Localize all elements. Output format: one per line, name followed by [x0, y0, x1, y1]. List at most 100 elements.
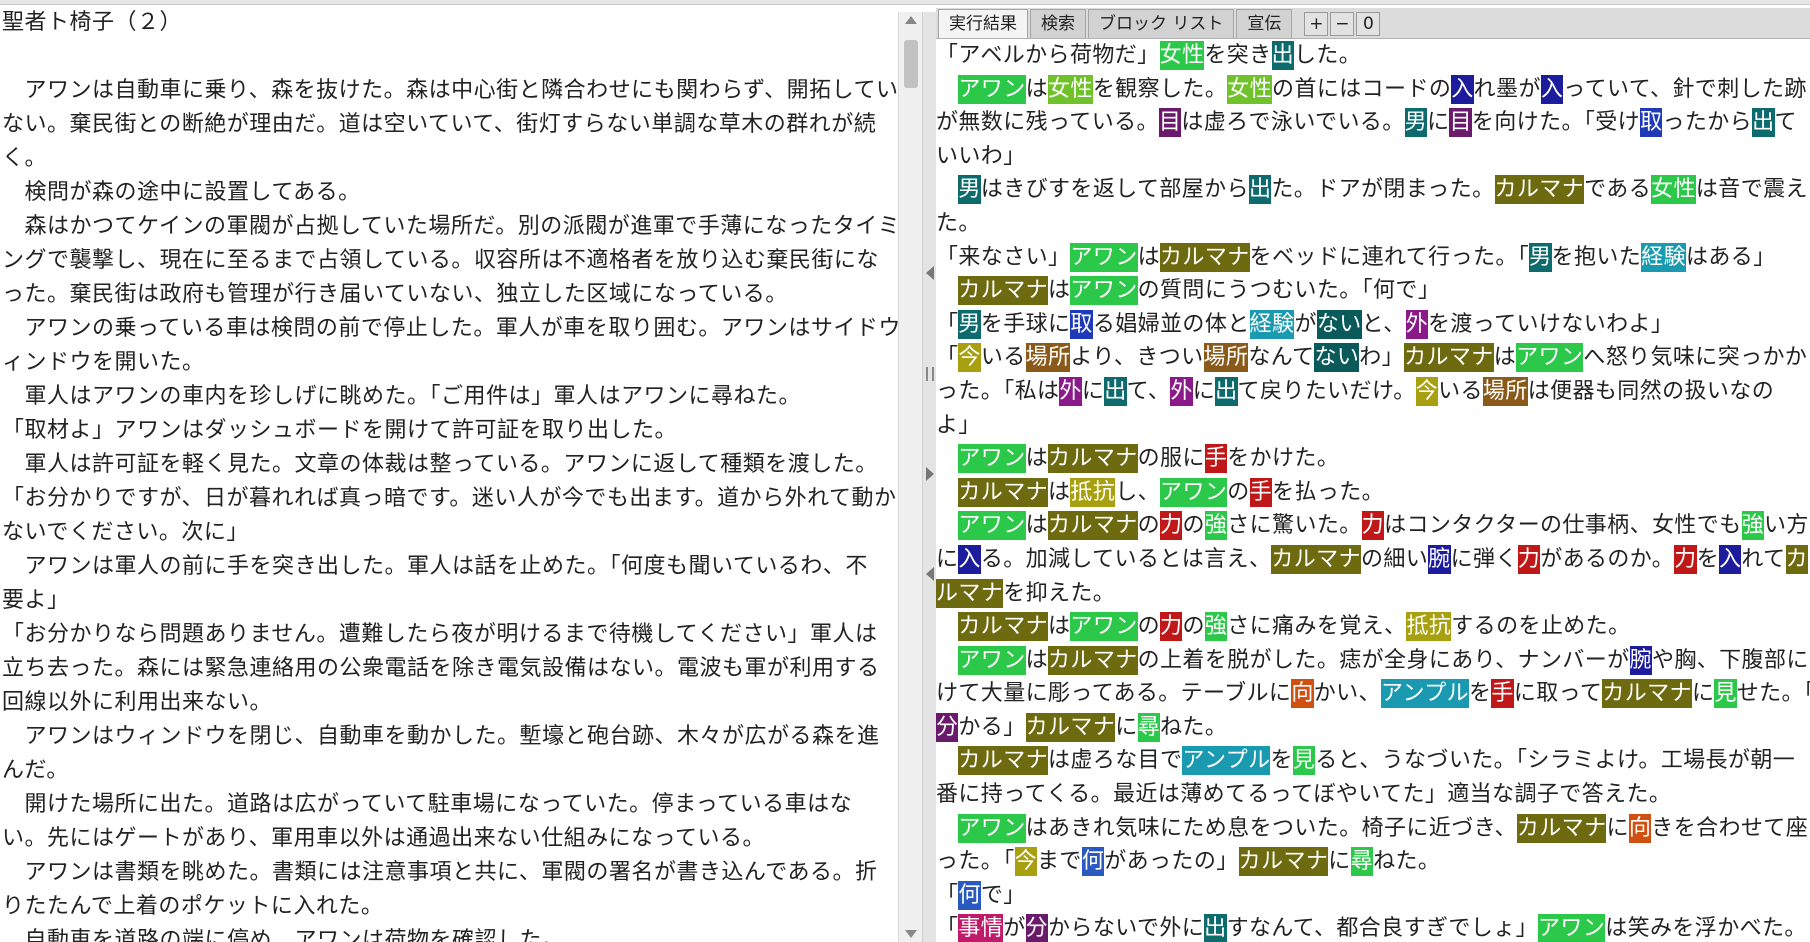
highlighted-term[interactable]: 外 [1405, 309, 1428, 339]
highlighted-term[interactable]: 事情 [958, 914, 1004, 942]
zoom-out-button[interactable]: − [1330, 12, 1355, 36]
highlighted-term[interactable]: 場所 [1203, 343, 1249, 373]
highlighted-term[interactable]: 今 [958, 343, 981, 373]
tab-results[interactable]: 実行結果 [938, 9, 1028, 38]
highlighted-term[interactable]: カルマナ [958, 612, 1049, 642]
highlighted-term[interactable]: アワン [958, 511, 1026, 541]
highlighted-term[interactable]: 女性 [1048, 74, 1093, 104]
highlighted-term[interactable]: カルマナ [1048, 645, 1138, 675]
highlighted-term[interactable]: アワン [1070, 276, 1138, 306]
highlighted-term[interactable]: 場所 [1025, 343, 1071, 373]
highlighted-term[interactable]: 男 [1404, 108, 1428, 138]
zoom-reset-button[interactable]: 0 [1356, 12, 1381, 36]
highlighted-term[interactable]: カルマナ [958, 746, 1049, 776]
highlighted-term[interactable]: 外 [1170, 376, 1193, 406]
highlighted-term[interactable]: 出 [1104, 376, 1127, 406]
highlighted-term[interactable]: ない [1314, 343, 1360, 373]
highlighted-term[interactable]: 入 [958, 544, 981, 574]
highlighted-term[interactable]: 出 [1248, 175, 1272, 205]
scroll-down-arrow-icon[interactable] [905, 930, 917, 938]
scrollbar-thumb[interactable] [904, 40, 918, 88]
highlighted-term[interactable]: アワン [1160, 477, 1228, 507]
highlighted-term[interactable]: 目 [1449, 108, 1472, 138]
highlighted-term[interactable]: アンプル [1380, 679, 1469, 709]
highlighted-term[interactable]: 抵抗 [1406, 612, 1452, 642]
highlighted-term[interactable]: 強 [1204, 612, 1228, 642]
highlighted-term[interactable]: アワン [958, 74, 1026, 104]
editor-scrollbar[interactable] [898, 12, 923, 942]
highlighted-term[interactable]: カルマナ [1238, 847, 1329, 877]
highlighted-term[interactable]: 何 [1081, 847, 1105, 877]
highlighted-term[interactable]: 尋 [1350, 847, 1374, 877]
highlighted-term[interactable]: 出 [1215, 376, 1238, 406]
highlighted-term[interactable]: 強 [1741, 511, 1764, 541]
highlighted-term[interactable]: カルマナ [1048, 444, 1138, 474]
highlighted-term[interactable]: 目 [1158, 108, 1182, 138]
highlighted-term[interactable]: 経験 [1641, 242, 1686, 272]
highlighted-term[interactable]: 男 [958, 175, 981, 205]
highlighted-term[interactable]: 男 [1529, 242, 1552, 272]
highlighted-term[interactable]: 出 [1271, 41, 1294, 70]
highlighted-term[interactable]: 何 [958, 880, 981, 910]
highlighted-term[interactable]: アワン [1070, 242, 1138, 272]
highlighted-term[interactable]: 女性 [1651, 175, 1696, 205]
collapse-left-arrow-icon[interactable] [926, 266, 934, 280]
highlighted-term[interactable]: 今 [1415, 376, 1439, 406]
highlighted-term[interactable]: 力 [1160, 612, 1183, 642]
highlighted-term[interactable]: カルマナ [1404, 343, 1494, 373]
scroll-up-arrow-icon[interactable] [905, 16, 917, 24]
highlighted-term[interactable]: アワン [958, 645, 1026, 675]
highlighted-term[interactable]: 場所 [1482, 376, 1528, 406]
highlighted-term[interactable]: 見 [1292, 746, 1316, 776]
highlighted-term[interactable]: 見 [1714, 679, 1737, 709]
highlighted-term[interactable]: 経験 [1249, 309, 1295, 339]
highlighted-term[interactable]: 手 [1491, 679, 1514, 709]
highlighted-term[interactable]: カルマナ [1048, 511, 1138, 541]
highlighted-term[interactable]: カルマナ [1025, 712, 1116, 742]
highlighted-term[interactable]: 抵抗 [1070, 477, 1116, 507]
highlighted-term[interactable]: 外 [1059, 376, 1082, 406]
highlighted-term[interactable]: 力 [1517, 544, 1541, 574]
tab-block-list[interactable]: ブロック リスト [1088, 9, 1235, 38]
highlighted-term[interactable]: 入 [1540, 74, 1564, 104]
highlighted-term[interactable]: ない [1316, 309, 1362, 339]
highlighted-term[interactable]: 腕 [1428, 544, 1451, 574]
highlighted-term[interactable]: カ [1785, 544, 1808, 574]
highlighted-term[interactable]: 強 [1204, 511, 1228, 541]
highlighted-term[interactable]: 力 [1160, 511, 1183, 541]
highlighted-term[interactable]: 腕 [1629, 645, 1652, 675]
highlighted-term[interactable]: 入 [1451, 74, 1474, 104]
highlighted-term[interactable]: アワン [1070, 612, 1138, 642]
highlighted-term[interactable]: 分 [936, 712, 959, 742]
highlighted-term[interactable]: 尋 [1137, 712, 1161, 742]
highlighted-term[interactable]: 取 [1070, 309, 1093, 339]
highlighted-term[interactable]: 向 [1291, 679, 1314, 709]
expand-right-arrow-icon[interactable] [926, 467, 934, 481]
highlighted-term[interactable]: 分 [1025, 914, 1049, 942]
source-text-body[interactable]: 聖者ト椅子（２） アワンは自動車に乗り、森を抜けた。森は中心街と隣合わせにも関わ… [0, 6, 898, 942]
highlighted-term[interactable]: アンプル [1182, 746, 1271, 776]
highlighted-term[interactable]: カルマナ [1602, 679, 1692, 709]
highlighted-term[interactable]: 力 [1361, 511, 1385, 541]
highlighted-term[interactable]: ルマナ [936, 578, 1004, 608]
highlighted-term[interactable]: 女性 [1227, 74, 1273, 104]
highlighted-term[interactable]: 出 [1204, 914, 1227, 942]
highlighted-term[interactable]: カルマナ [1516, 813, 1607, 843]
highlighted-term[interactable]: 入 [1718, 544, 1742, 574]
zoom-in-button[interactable]: + [1304, 12, 1329, 36]
splitter-grip-icon[interactable] [926, 367, 934, 381]
highlighted-term[interactable]: 出 [1752, 108, 1775, 138]
highlighted-term[interactable]: カルマナ [958, 477, 1049, 507]
highlighted-term[interactable]: 男 [958, 309, 981, 339]
highlighted-term[interactable]: アワン [1516, 343, 1584, 373]
highlighted-term[interactable]: 力 [1674, 544, 1697, 574]
tab-search[interactable]: 検索 [1030, 9, 1086, 38]
highlighted-term[interactable]: カルマナ [958, 276, 1049, 306]
source-text-editor[interactable]: 聖者ト椅子（２） アワンは自動車に乗り、森を抜けた。森は中心街と隣合わせにも関わ… [0, 6, 898, 942]
highlighted-term[interactable]: カルマナ [1494, 175, 1585, 205]
highlighted-term[interactable]: 今 [1014, 847, 1038, 877]
highlighted-term[interactable]: 手 [1204, 444, 1228, 474]
highlighted-term[interactable]: 取 [1640, 108, 1663, 138]
tab-ads[interactable]: 宣伝 [1236, 9, 1293, 38]
highlighted-term[interactable]: アワン [1537, 914, 1606, 942]
